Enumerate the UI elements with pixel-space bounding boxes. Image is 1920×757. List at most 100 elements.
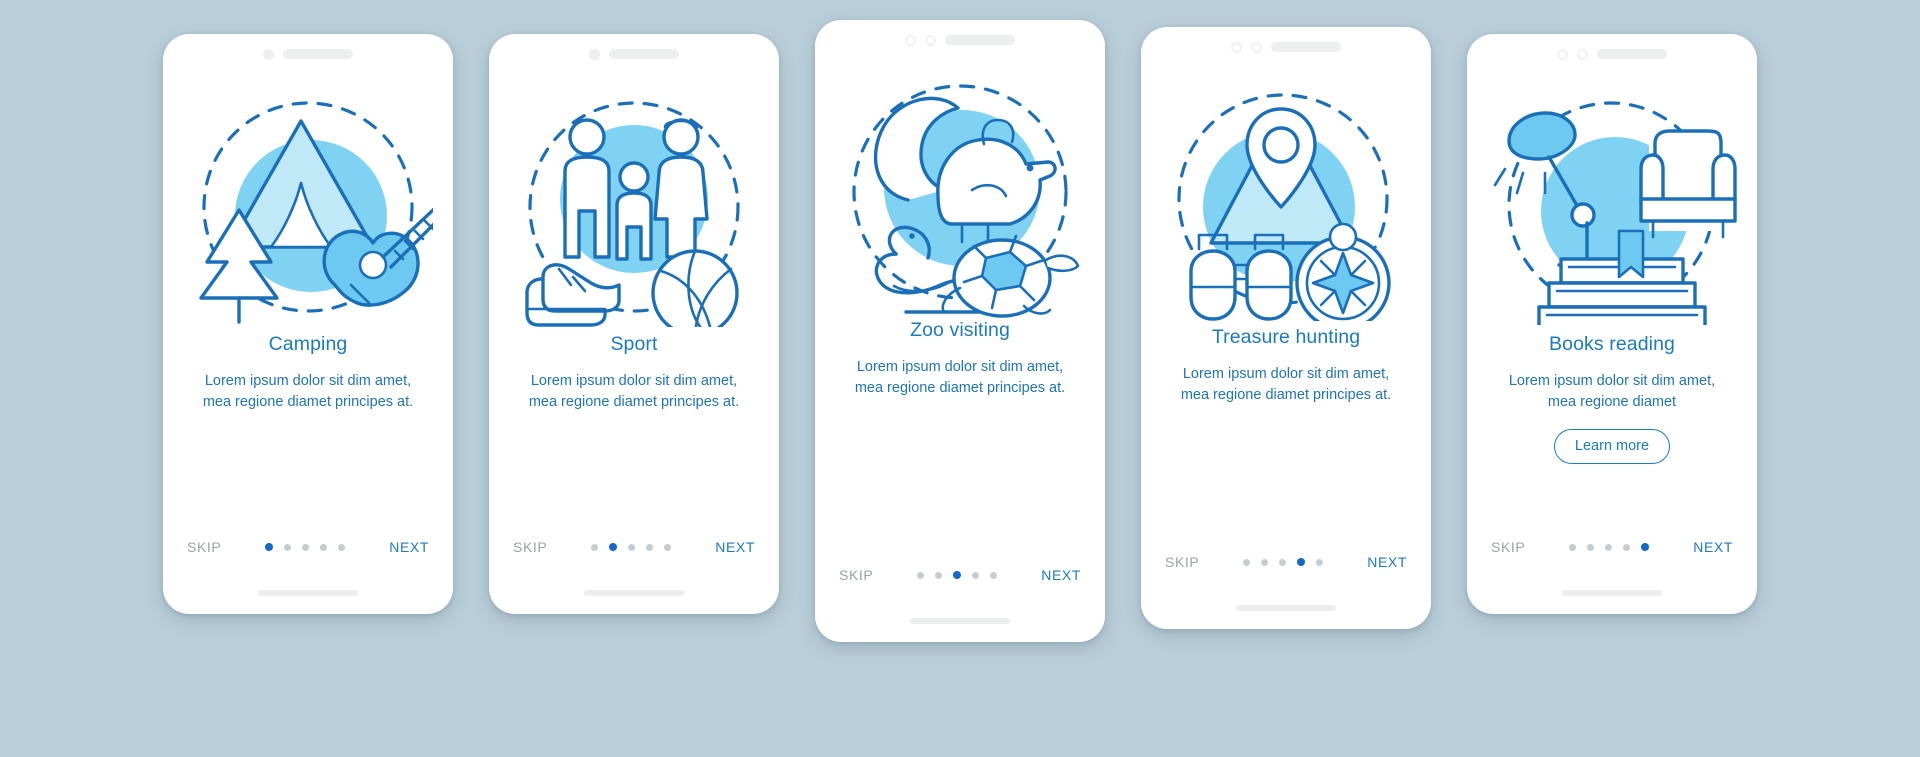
phone-notch	[815, 20, 1105, 60]
pagination-dot[interactable]	[1587, 543, 1595, 551]
tent-guitar-tree-icon	[199, 101, 433, 324]
speaker-bar-icon	[283, 49, 353, 59]
next-button[interactable]: NEXT	[715, 539, 755, 555]
camera-ring-icon	[1231, 41, 1242, 53]
screen-title: Treasure hunting	[1211, 326, 1361, 348]
home-indicator-area	[163, 572, 453, 614]
illustration-zoo-visiting	[815, 60, 1105, 318]
pagination-dot[interactable]	[1623, 543, 1631, 551]
pagination-dot[interactable]	[664, 543, 672, 551]
pagination-dots	[1243, 558, 1324, 566]
screen-title: Zoo visiting	[910, 319, 1010, 341]
pagination-dot[interactable]	[1569, 543, 1577, 551]
skip-button[interactable]: SKIP	[187, 539, 221, 555]
squirrel-snake-turtle-icon	[852, 84, 1080, 318]
text-block: Treasure hunting Lorem ipsum dolor sit d…	[1141, 325, 1431, 406]
speaker-bar-icon	[609, 49, 679, 59]
text-block: Sport Lorem ipsum dolor sit dim amet, me…	[489, 332, 779, 413]
next-button[interactable]: NEXT	[389, 539, 429, 555]
pagination-dot[interactable]	[917, 571, 925, 579]
illustration-sport	[489, 74, 779, 332]
speaker-bar-icon	[1597, 49, 1667, 59]
screen-description: Lorem ipsum dolor sit dim amet, mea regi…	[1180, 366, 1392, 403]
pagination-dot[interactable]	[1297, 558, 1306, 566]
skip-button[interactable]: SKIP	[839, 567, 873, 583]
phone-notch	[1467, 34, 1757, 74]
navigation-row: SKIP NEXT	[1467, 522, 1757, 572]
map-pin-binoculars-compass-icon	[1177, 93, 1391, 321]
pagination-dot[interactable]	[338, 543, 346, 551]
next-button[interactable]: NEXT	[1693, 539, 1733, 555]
onboarding-screens-row: Camping Lorem ipsum dolor sit dim amet, …	[0, 0, 1920, 757]
screen-description: Lorem ipsum dolor sit dim amet, mea regi…	[528, 373, 740, 410]
phone-screen-zoo-visiting: Zoo visiting Lorem ipsum dolor sit dim a…	[815, 20, 1105, 642]
pagination-dot[interactable]	[1316, 558, 1324, 566]
skip-button[interactable]: SKIP	[513, 539, 547, 555]
home-indicator-area	[489, 572, 779, 614]
phone-notch	[163, 34, 453, 74]
screen-title: Sport	[610, 333, 658, 355]
pagination-dots	[265, 543, 346, 551]
learn-more-button[interactable]: Learn more	[1553, 429, 1671, 464]
home-indicator-bar[interactable]	[1236, 605, 1336, 611]
navigation-row: SKIP NEXT	[163, 522, 453, 572]
pagination-dot[interactable]	[972, 571, 980, 579]
pagination-dot[interactable]	[609, 543, 618, 551]
illustration-camping	[163, 74, 453, 332]
pagination-dot[interactable]	[284, 543, 292, 551]
phone-screen-sport: Sport Lorem ipsum dolor sit dim amet, me…	[489, 34, 779, 614]
pagination-dot[interactable]	[1261, 558, 1269, 566]
text-block: Zoo visiting Lorem ipsum dolor sit dim a…	[815, 318, 1105, 399]
speaker-bar-icon	[1271, 42, 1341, 52]
home-indicator-area	[1467, 572, 1757, 614]
text-block: Camping Lorem ipsum dolor sit dim amet, …	[163, 332, 453, 413]
home-indicator-bar[interactable]	[910, 618, 1010, 624]
screen-title: Camping	[268, 333, 348, 355]
lamp-armchair-books-icon	[1493, 101, 1737, 325]
home-indicator-bar[interactable]	[584, 590, 684, 596]
home-indicator-area	[1141, 587, 1431, 629]
pagination-dot[interactable]	[1641, 543, 1650, 551]
pagination-dot[interactable]	[265, 543, 274, 551]
phone-screen-books-reading: Books reading Lorem ipsum dolor sit dim …	[1467, 34, 1757, 614]
screen-description: Lorem ipsum dolor sit dim amet, mea regi…	[1508, 373, 1716, 410]
pagination-dot[interactable]	[320, 543, 328, 551]
home-indicator-bar[interactable]	[1562, 590, 1662, 596]
camera-ring-icon	[905, 34, 916, 46]
illustration-books-reading	[1467, 74, 1757, 332]
text-block: Books reading Lorem ipsum dolor sit dim …	[1467, 332, 1757, 464]
sensor-ring-icon	[925, 34, 936, 46]
pagination-dot[interactable]	[591, 543, 599, 551]
pagination-dot[interactable]	[646, 543, 654, 551]
pagination-dot[interactable]	[990, 571, 998, 579]
screen-description: Lorem ipsum dolor sit dim amet, mea regi…	[202, 373, 414, 410]
phone-notch	[489, 34, 779, 74]
skip-button[interactable]: SKIP	[1165, 554, 1199, 570]
skip-button[interactable]: SKIP	[1491, 539, 1525, 555]
home-indicator-area	[815, 600, 1105, 642]
next-button[interactable]: NEXT	[1367, 554, 1407, 570]
pagination-dot[interactable]	[302, 543, 310, 551]
pagination-dot[interactable]	[628, 543, 636, 551]
next-button[interactable]: NEXT	[1041, 567, 1081, 583]
family-sneakers-ball-icon	[525, 101, 740, 327]
navigation-row: SKIP NEXT	[489, 522, 779, 572]
screen-title: Books reading	[1549, 333, 1675, 355]
phone-screen-treasure-hunting: Treasure hunting Lorem ipsum dolor sit d…	[1141, 27, 1431, 629]
phone-notch	[1141, 27, 1431, 67]
screen-description: Lorem ipsum dolor sit dim amet, mea regi…	[854, 359, 1066, 396]
navigation-row: SKIP NEXT	[1141, 537, 1431, 587]
sensor-ring-icon	[1577, 48, 1588, 60]
navigation-row: SKIP NEXT	[815, 550, 1105, 600]
illustration-treasure-hunting	[1141, 67, 1431, 325]
pagination-dot[interactable]	[1279, 558, 1287, 566]
pagination-dot[interactable]	[935, 571, 943, 579]
pagination-dot[interactable]	[1243, 558, 1251, 566]
pagination-dots	[917, 571, 998, 579]
speaker-bar-icon	[945, 35, 1015, 45]
home-indicator-bar[interactable]	[258, 590, 358, 596]
pagination-dot[interactable]	[1605, 543, 1613, 551]
pagination-dots	[1569, 543, 1650, 551]
phone-screen-camping: Camping Lorem ipsum dolor sit dim amet, …	[163, 34, 453, 614]
pagination-dot[interactable]	[953, 571, 962, 579]
